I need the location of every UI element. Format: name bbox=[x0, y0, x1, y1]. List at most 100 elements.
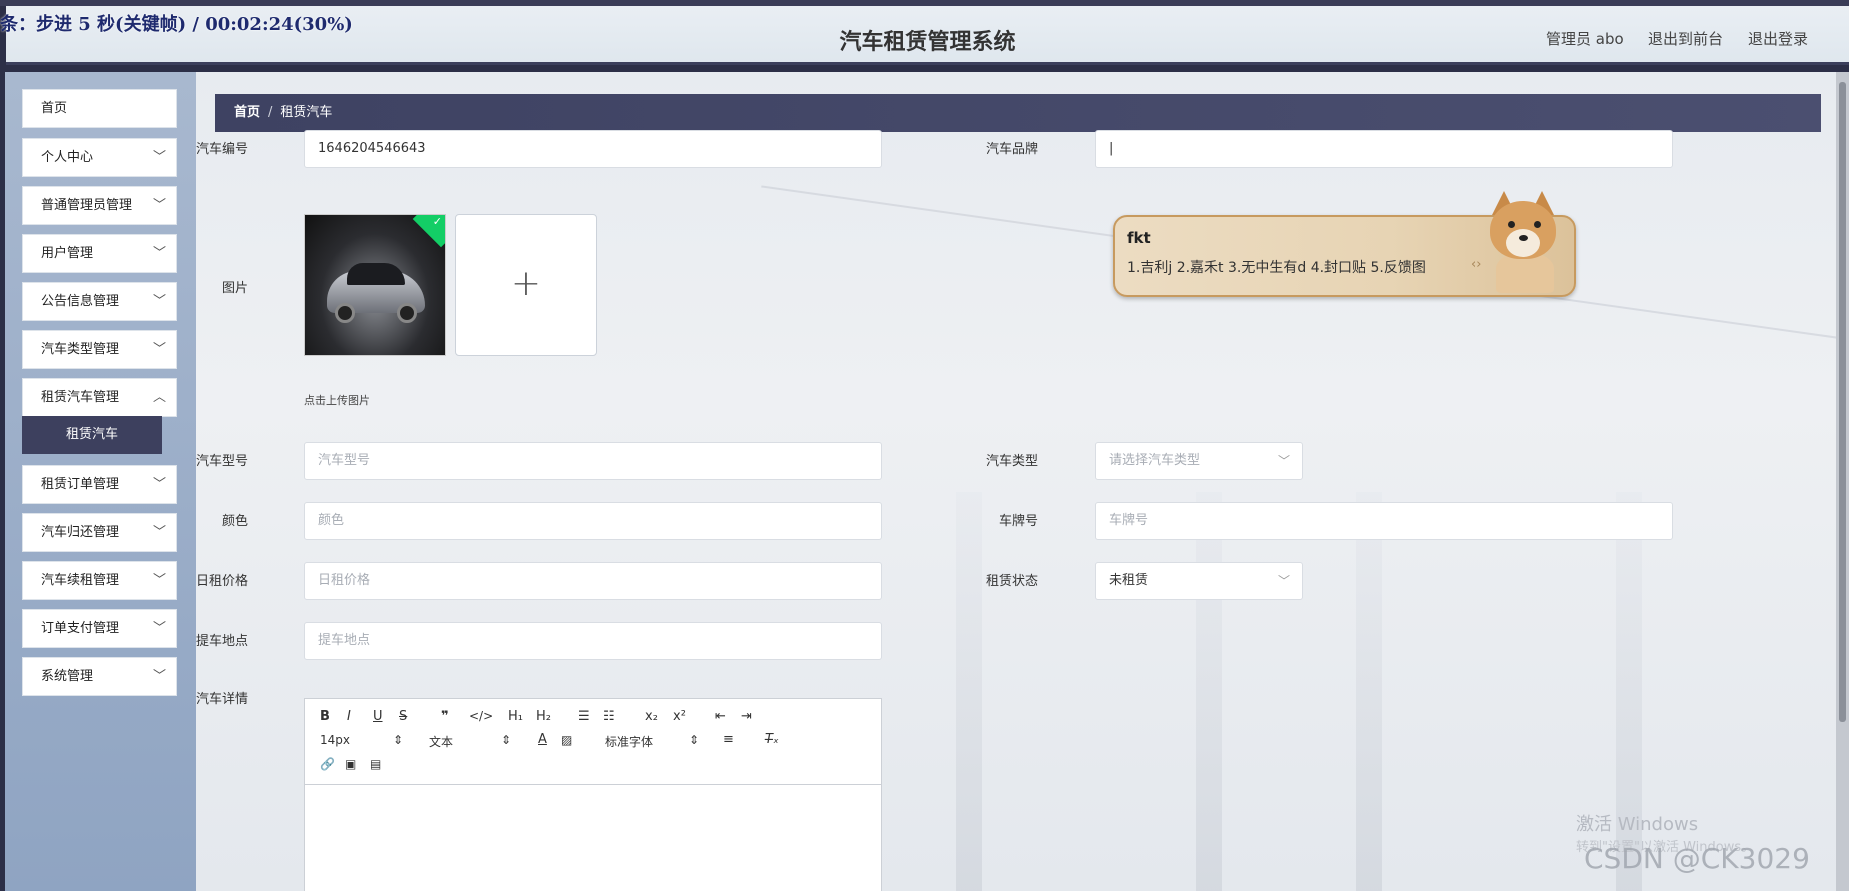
car-window bbox=[347, 263, 405, 285]
car-no-label: 汽车编号 bbox=[196, 142, 248, 157]
chevron-down-icon: ﹀ bbox=[152, 573, 166, 588]
font-size-select[interactable]: 14px bbox=[320, 733, 350, 747]
plate-input[interactable]: 车牌号 bbox=[1095, 502, 1673, 540]
sidebar-item-personal-center[interactable]: 个人中心 ﹀ bbox=[22, 138, 177, 177]
dog-body bbox=[1496, 253, 1554, 293]
add-image-button[interactable]: + bbox=[455, 214, 597, 356]
updown-icon: ⇕ bbox=[689, 733, 700, 747]
ime-typed-text: fkt bbox=[1127, 229, 1151, 247]
updown-icon: ⇕ bbox=[393, 733, 404, 747]
breadcrumb-current: 租赁汽车 bbox=[280, 105, 333, 120]
code-icon[interactable]: </> bbox=[469, 709, 493, 723]
chevron-up-icon: ︿ bbox=[152, 390, 166, 405]
sidebar-item-admin-management[interactable]: 普通管理员管理 ﹀ bbox=[22, 186, 177, 225]
rich-text-editor: B I U S ❞ </> H₁ H₂ ☰ ☷ x₂ x² ⇤ ⇥ 14px ⇕… bbox=[304, 698, 882, 891]
indent-icon[interactable]: ⇥ bbox=[741, 709, 752, 724]
exit-to-front-link[interactable]: 退出到前台 bbox=[1648, 28, 1723, 49]
detail-label: 汽车详情 bbox=[196, 692, 248, 707]
car-no-input[interactable]: 1646204546643 bbox=[304, 130, 882, 168]
main-content: 首页 / 租赁汽车 汽车编号 1646204546643 汽车品牌 | I 图片 ✓… bbox=[196, 72, 1849, 891]
bullet-list-icon[interactable]: ☷ bbox=[603, 709, 615, 724]
italic-icon[interactable]: I bbox=[347, 709, 351, 724]
sidebar-item-label: 系统管理 bbox=[41, 669, 94, 684]
sidebar-subitem-rental-car[interactable]: 租赁汽车 bbox=[22, 416, 162, 454]
underline-icon[interactable]: U bbox=[373, 709, 383, 724]
sidebar-item-label: 租赁订单管理 bbox=[41, 477, 120, 492]
chevron-down-icon: ﹀ bbox=[152, 621, 166, 636]
video-icon[interactable]: ▤ bbox=[370, 757, 381, 771]
dog-muzzle bbox=[1506, 229, 1540, 257]
clear-format-icon[interactable]: T̶ₓ bbox=[765, 732, 779, 747]
sidebar-item-return-management[interactable]: 汽车归还管理 ﹀ bbox=[22, 513, 177, 552]
admin-user-link[interactable]: 管理员 abo bbox=[1546, 28, 1624, 49]
chevron-down-icon: ﹀ bbox=[152, 477, 166, 492]
car-wheel bbox=[335, 303, 355, 323]
status-select[interactable]: 未租赁 ﹀ bbox=[1095, 562, 1303, 600]
subscript-icon[interactable]: x₂ bbox=[645, 709, 658, 724]
superscript-icon[interactable]: x² bbox=[673, 709, 686, 724]
type-select[interactable]: 请选择汽车类型 ﹀ bbox=[1095, 442, 1303, 480]
heading1-icon[interactable]: H₁ bbox=[508, 709, 523, 724]
sidebar-item-notice-management[interactable]: 公告信息管理 ﹀ bbox=[22, 282, 177, 321]
color-label: 颜色 bbox=[221, 514, 248, 529]
csdn-watermark: CSDN @CK3029 bbox=[1584, 842, 1810, 875]
chevron-down-icon: ﹀ bbox=[1277, 574, 1290, 588]
pickup-input[interactable]: 提车地点 bbox=[304, 622, 882, 660]
sidebar-item-label: 普通管理员管理 bbox=[41, 198, 133, 213]
align-icon[interactable]: ≡ bbox=[723, 732, 734, 747]
block-format-select[interactable]: 文本 bbox=[429, 733, 453, 750]
dog-eye bbox=[1508, 221, 1515, 228]
sidebar-item-user-management[interactable]: 用户管理 ﹀ bbox=[22, 234, 177, 273]
app-header: 条：步进 5 秒(关键帧) / 00:02:24(30%) 汽车租赁管理系统 管… bbox=[0, 6, 1849, 65]
outdent-icon[interactable]: ⇤ bbox=[715, 709, 726, 724]
sidebar-item-car-type-management[interactable]: 汽车类型管理 ﹀ bbox=[22, 330, 177, 369]
sidebar-item-home[interactable]: 首页 bbox=[22, 89, 177, 128]
windows-activation-watermark: 激活 Windows bbox=[1576, 814, 1699, 835]
model-input[interactable]: 汽车型号 bbox=[304, 442, 882, 480]
chevron-down-icon: ﹀ bbox=[152, 198, 166, 213]
strike-icon[interactable]: S bbox=[399, 709, 407, 724]
background-color-icon[interactable]: ▨ bbox=[561, 733, 572, 747]
font-family-select[interactable]: 标准字体 bbox=[605, 733, 653, 750]
sidebar-item-label: 个人中心 bbox=[41, 150, 94, 165]
sidebar-item-system-management[interactable]: 系统管理 ﹀ bbox=[22, 657, 177, 696]
type-label: 汽车类型 bbox=[985, 454, 1038, 469]
sidebar-item-rental-order-management[interactable]: 租赁订单管理 ﹀ bbox=[22, 465, 177, 504]
sidebar-item-payment-management[interactable]: 订单支付管理 ﹀ bbox=[22, 609, 177, 648]
shiba-dog-illustration bbox=[1476, 189, 1568, 295]
breadcrumb-home[interactable]: 首页 bbox=[234, 105, 260, 120]
price-input[interactable]: 日租价格 bbox=[304, 562, 882, 600]
breadcrumb: 首页 / 租赁汽车 bbox=[215, 94, 1821, 132]
bold-icon[interactable]: B bbox=[320, 709, 330, 724]
car-wheel bbox=[397, 303, 417, 323]
link-icon[interactable]: 🔗 bbox=[320, 757, 335, 771]
ime-candidate-popup: fkt 1.吉利j 2.嘉禾t 3.无中生有d 4.封口贴 5.反馈图 ‹› bbox=[1113, 191, 1576, 297]
quote-icon[interactable]: ❞ bbox=[441, 709, 449, 724]
heading2-icon[interactable]: H₂ bbox=[536, 709, 551, 724]
brand-input[interactable]: | bbox=[1095, 130, 1673, 168]
plus-icon: + bbox=[510, 263, 542, 304]
updown-icon: ⇕ bbox=[501, 733, 512, 747]
color-input[interactable]: 颜色 bbox=[304, 502, 882, 540]
sidebar-item-rental-car-management[interactable]: 租赁汽车管理 ︿ bbox=[22, 378, 177, 417]
chevron-down-icon: ﹀ bbox=[152, 669, 166, 684]
logout-link[interactable]: 退出登录 bbox=[1748, 28, 1808, 49]
scrollbar-thumb[interactable] bbox=[1839, 82, 1846, 722]
font-color-icon[interactable]: A bbox=[538, 732, 547, 747]
type-select-placeholder: 请选择汽车类型 bbox=[1109, 453, 1201, 468]
sidebar: 首页 个人中心 ﹀ 普通管理员管理 ﹀ 用户管理 ﹀ 公告信息管理 ﹀ 汽车类型管理 ﹀ … bbox=[0, 72, 196, 891]
chevron-down-icon: ﹀ bbox=[152, 342, 166, 357]
uploaded-car-image[interactable]: ✓ bbox=[304, 214, 446, 356]
chevron-down-icon: ﹀ bbox=[1277, 454, 1290, 468]
ime-candidates[interactable]: 1.吉利j 2.嘉禾t 3.无中生有d 4.封口贴 5.反馈图 bbox=[1127, 257, 1426, 277]
page-scrollbar[interactable] bbox=[1836, 72, 1849, 891]
upload-hint: 点击上传图片 bbox=[304, 394, 370, 407]
sidebar-item-label: 公告信息管理 bbox=[41, 294, 120, 309]
text-caret: | bbox=[1109, 141, 1114, 156]
sidebar-item-label: 汽车续租管理 bbox=[41, 573, 120, 588]
sidebar-item-renewal-management[interactable]: 汽车续租管理 ﹀ bbox=[22, 561, 177, 600]
sidebar-item-label: 汽车归还管理 bbox=[41, 525, 120, 540]
image-icon[interactable]: ▣ bbox=[345, 757, 356, 771]
ordered-list-icon[interactable]: ☰ bbox=[578, 709, 590, 724]
chevron-down-icon: ﹀ bbox=[152, 246, 166, 261]
